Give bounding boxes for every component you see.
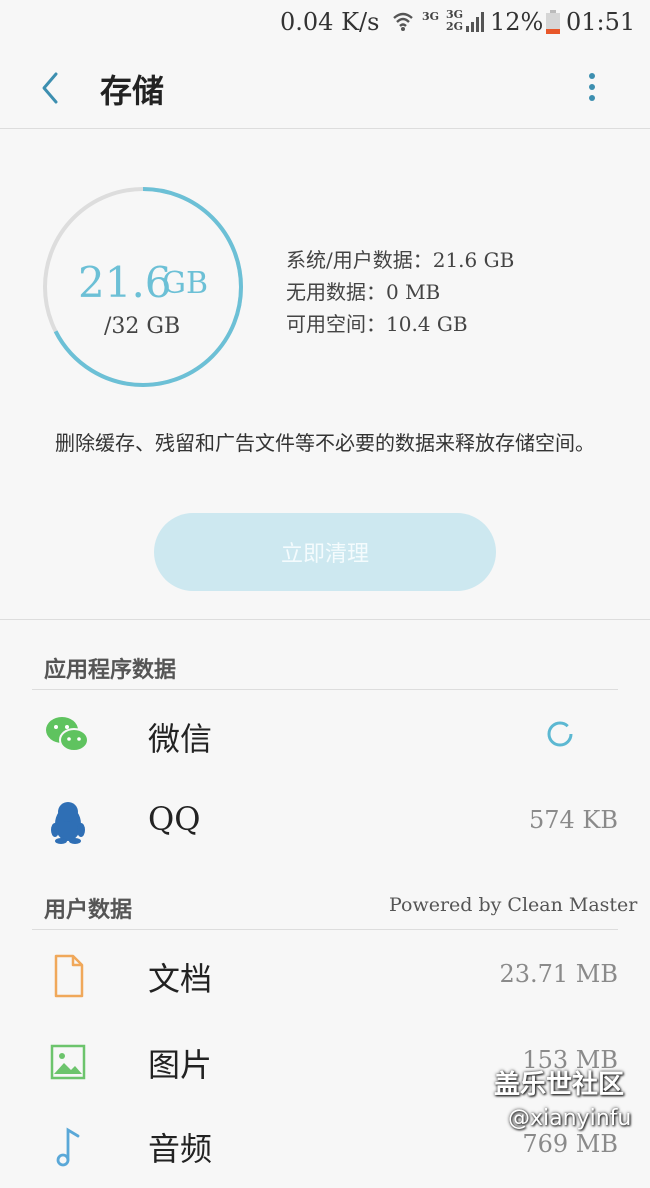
more-vertical-icon[interactable] <box>584 70 600 106</box>
image-icon <box>50 1044 86 1080</box>
list-item-qq[interactable]: QQ 574 KB <box>0 778 650 864</box>
list-item-label: 微信 <box>148 720 213 758</box>
list-item-label: 文档 <box>148 960 213 998</box>
clean-hint-text: 删除缓存、残留和广告文件等不必要的数据来释放存储空间。 <box>55 431 595 455</box>
network-speed: 0.04 K/s <box>280 8 380 36</box>
list-item-size: 574 KB <box>528 806 618 834</box>
qq-penguin-icon <box>51 802 85 844</box>
junk-data-info: 无用数据：0 MB <box>286 280 441 304</box>
section-divider <box>0 619 650 620</box>
header-divider <box>0 128 650 129</box>
list-item-wechat[interactable]: 微信 <box>0 692 650 778</box>
available-space-info: 可用空间：10.4 GB <box>286 312 468 336</box>
used-storage-unit: GB <box>162 266 209 301</box>
user-data-divider <box>32 929 618 930</box>
list-item-label: QQ <box>148 800 201 838</box>
clean-now-button[interactable]: 立即清理 <box>154 513 496 591</box>
total-storage: /32 GB <box>104 314 181 339</box>
battery-percent: 12% <box>490 8 544 36</box>
app-header: 存储 <box>0 48 650 128</box>
app-data-section-title: 应用程序数据 <box>44 658 177 683</box>
network-type-1: 3G <box>422 10 440 23</box>
wechat-icon <box>46 717 89 752</box>
chevron-left-icon[interactable] <box>36 68 66 108</box>
status-bar: 0.04 K/s 3G 3G 2G 12% 01:51 <box>0 0 650 44</box>
clock: 01:51 <box>566 8 636 36</box>
page-title: 存储 <box>100 72 165 110</box>
list-item-label: 图片 <box>148 1046 213 1084</box>
battery-low-icon <box>546 10 560 34</box>
loading-spinner-icon <box>547 721 573 747</box>
list-item-size: 23.71 MB <box>499 960 618 988</box>
music-note-icon <box>56 1127 80 1167</box>
list-item-documents[interactable]: 文档 23.71 MB <box>0 932 650 1018</box>
signal-icon <box>466 12 484 32</box>
list-item-label: 音频 <box>148 1130 213 1168</box>
used-storage-value: 21.6 <box>78 258 172 307</box>
watermark-community: 盖乐世社区 <box>494 1070 625 1100</box>
powered-by-text: Powered by Clean Master <box>389 894 638 916</box>
list-item-size: 769 MB <box>522 1130 618 1158</box>
user-data-section-title: 用户数据 <box>44 898 133 923</box>
wifi-icon <box>393 12 413 31</box>
watermark-user: @xianyinfu <box>508 1106 632 1131</box>
system-user-data-info: 系统/用户数据：21.6 GB <box>286 248 515 272</box>
network-type-2-bottom: 2G <box>446 20 464 33</box>
document-icon <box>54 954 84 998</box>
app-data-divider <box>32 689 618 690</box>
